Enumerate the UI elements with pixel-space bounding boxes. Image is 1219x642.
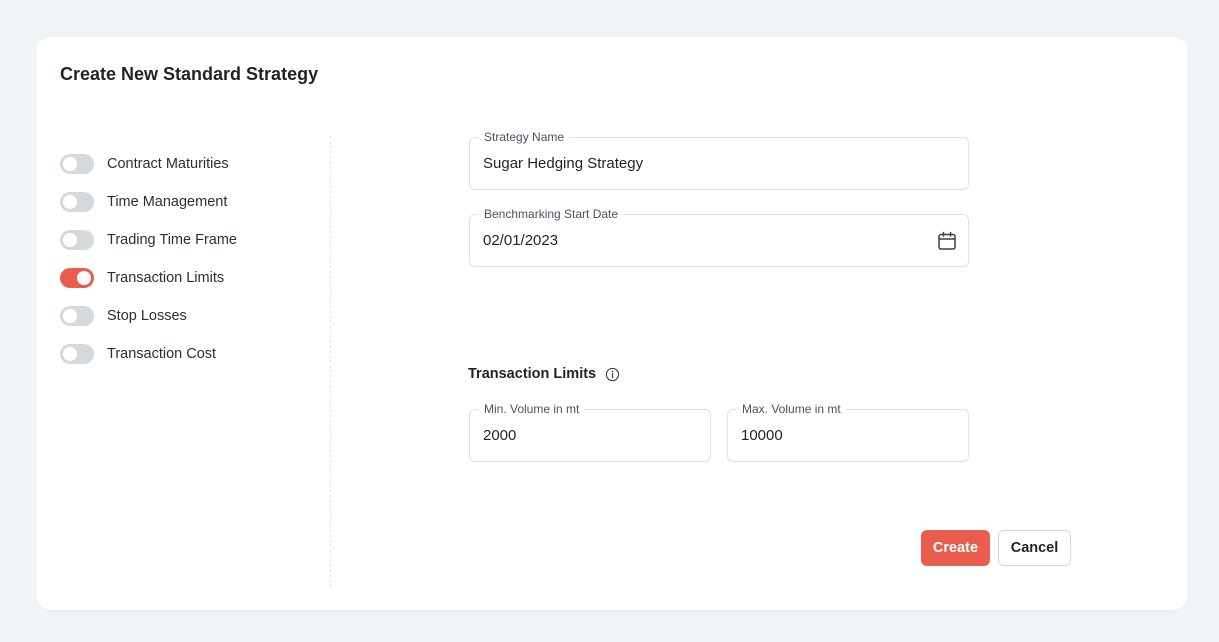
max-volume-input[interactable]: [741, 427, 933, 444]
toggle-label: Transaction Limits: [107, 270, 225, 286]
benchmark-date-input[interactable]: [483, 232, 882, 249]
toggle-transaction-cost[interactable]: Transaction Cost: [60, 335, 237, 373]
calendar-icon[interactable]: [937, 231, 957, 251]
strategy-name-input[interactable]: [483, 155, 882, 172]
toggle-switch[interactable]: [60, 154, 94, 174]
toggle-label: Transaction Cost: [107, 346, 217, 362]
strategy-name-label: Strategy Name: [479, 129, 570, 145]
transaction-limits-title: Transaction Limits: [468, 366, 597, 382]
toggle-label: Contract Maturities: [107, 156, 229, 172]
toggle-stop-losses[interactable]: Stop Losses: [60, 297, 237, 335]
create-strategy-dialog: Create New Standard Strategy Contract Ma…: [36, 37, 1188, 610]
toggle-contract-maturities[interactable]: Contract Maturities: [60, 145, 237, 183]
strategy-name-field[interactable]: Strategy Name: [469, 129, 969, 190]
info-icon[interactable]: [605, 367, 620, 382]
toggle-switch[interactable]: [60, 344, 94, 364]
toggle-knob: [63, 233, 77, 247]
toggle-label: Stop Losses: [107, 308, 187, 324]
toggle-switch[interactable]: [60, 192, 94, 212]
max-volume-field[interactable]: Max. Volume in mt: [727, 401, 969, 462]
create-button[interactable]: Create: [921, 530, 990, 566]
min-volume-input[interactable]: [483, 427, 675, 444]
min-volume-field[interactable]: Min. Volume in mt: [469, 401, 711, 462]
transaction-limits-heading: Transaction Limits: [468, 366, 620, 382]
toggle-label: Trading Time Frame: [107, 232, 237, 248]
toggle-knob: [63, 347, 77, 361]
cancel-button[interactable]: Cancel: [998, 530, 1071, 566]
toggle-knob: [63, 157, 77, 171]
toggle-knob: [77, 271, 91, 285]
vertical-divider: [330, 136, 331, 587]
toggle-label: Time Management: [107, 194, 228, 210]
min-volume-label: Min. Volume in mt: [479, 401, 585, 417]
benchmark-date-field[interactable]: Benchmarking Start Date: [469, 206, 969, 267]
toggle-knob: [63, 195, 77, 209]
toggle-knob: [63, 309, 77, 323]
dialog-title: Create New Standard Strategy: [60, 64, 319, 84]
toggle-switch[interactable]: [60, 306, 94, 326]
feature-toggle-list: Contract Maturities Time Management Trad…: [60, 145, 237, 373]
benchmark-date-label: Benchmarking Start Date: [479, 206, 624, 222]
toggle-trading-time-frame[interactable]: Trading Time Frame: [60, 221, 237, 259]
toggle-time-management[interactable]: Time Management: [60, 183, 237, 221]
toggle-switch[interactable]: [60, 230, 94, 250]
toggle-transaction-limits[interactable]: Transaction Limits: [60, 259, 237, 297]
max-volume-label: Max. Volume in mt: [737, 401, 846, 417]
toggle-switch[interactable]: [60, 268, 94, 288]
